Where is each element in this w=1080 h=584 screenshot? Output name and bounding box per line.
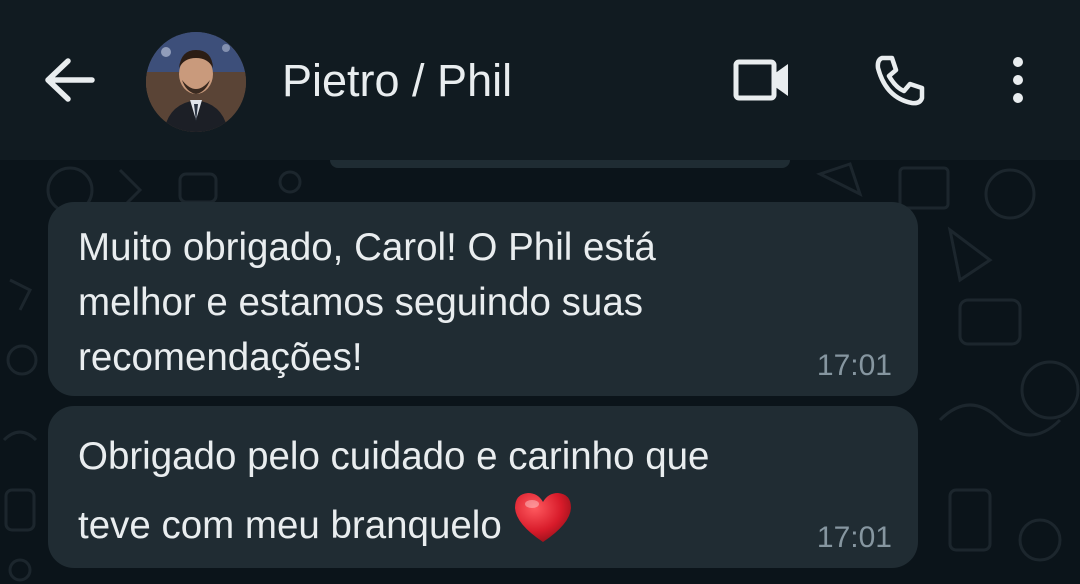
heart-emoji-icon xyxy=(512,490,574,565)
message-bubble[interactable]: Muito obrigado, Carol! O Phil está melho… xyxy=(48,202,918,396)
previous-message-edge xyxy=(330,160,790,168)
chat-area[interactable]: Muito obrigado, Carol! O Phil está melho… xyxy=(0,160,1080,584)
avatar-photo xyxy=(146,32,246,132)
message-text: Muito obrigado, Carol! O Phil está melho… xyxy=(78,226,656,379)
back-button[interactable] xyxy=(40,48,100,112)
chat-screen: Pietro / Phil Muito obrigado, Carol! O P… xyxy=(0,0,1080,584)
more-vertical-icon xyxy=(1013,57,1023,103)
contact-name[interactable]: Pietro / Phil xyxy=(282,54,512,108)
more-options-button[interactable] xyxy=(986,48,1050,112)
message-text-content: Obrigado pelo cuidado e carinho que teve… xyxy=(78,435,710,547)
phone-icon xyxy=(875,55,925,106)
arrow-back-icon xyxy=(45,58,95,102)
message-time: 17:01 xyxy=(816,349,892,382)
contact-avatar[interactable] xyxy=(146,32,246,132)
message-text: Obrigado pelo cuidado e carinho que teve… xyxy=(78,424,894,565)
video-call-icon xyxy=(733,59,788,101)
message-time: 17:01 xyxy=(816,521,892,554)
video-call-button[interactable] xyxy=(730,48,794,112)
message-bubble[interactable]: Obrigado pelo cuidado e carinho que teve… xyxy=(48,406,918,568)
chat-header: Pietro / Phil xyxy=(0,0,1080,160)
voice-call-button[interactable] xyxy=(868,48,932,112)
